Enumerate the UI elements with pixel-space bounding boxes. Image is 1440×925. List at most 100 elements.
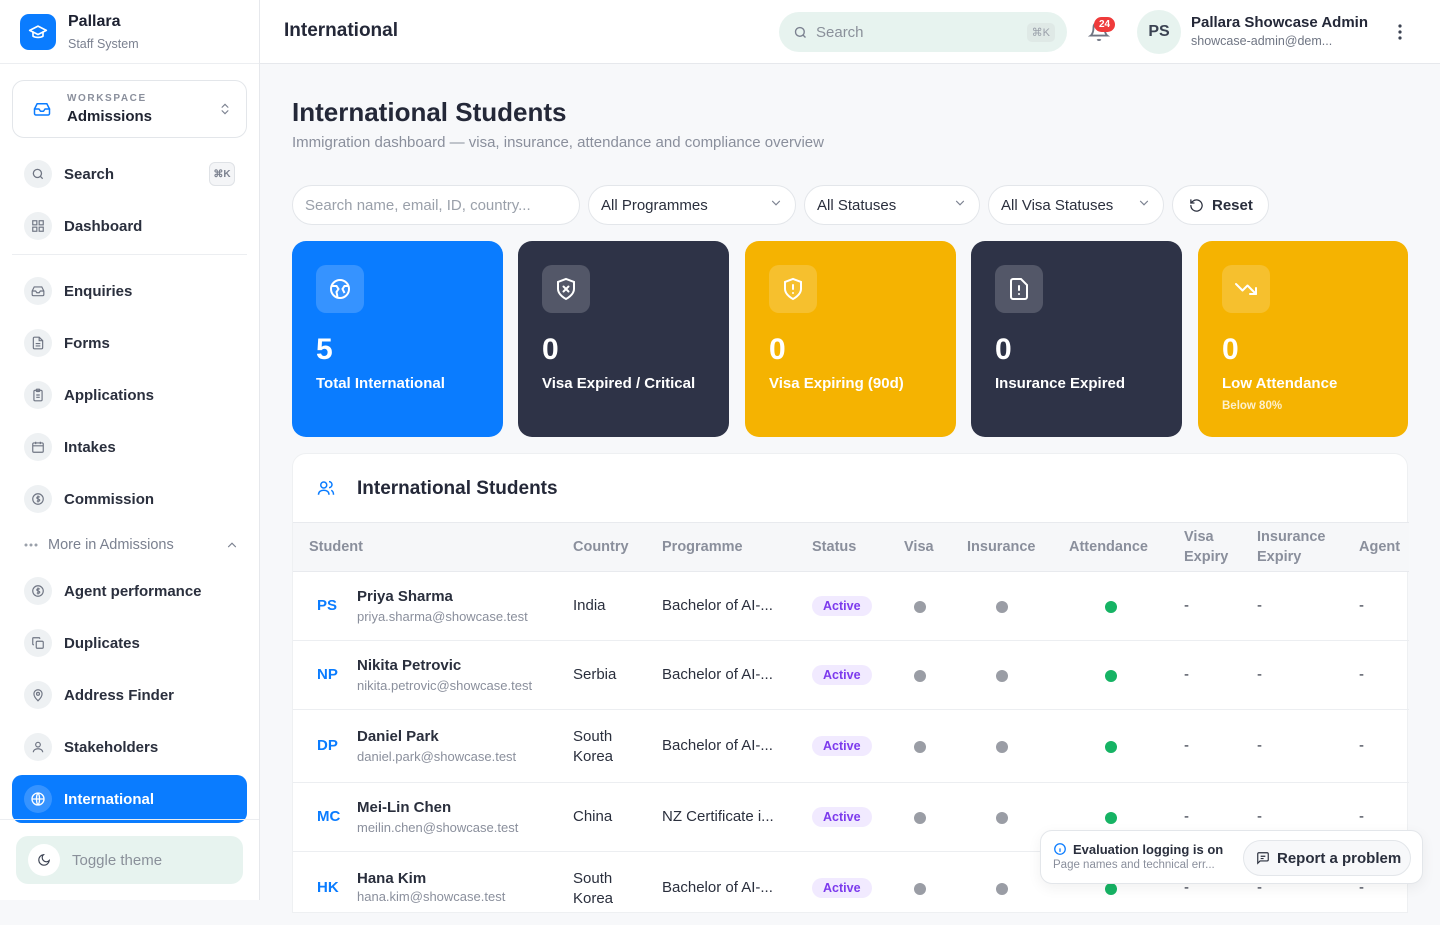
- student-email: daniel.park@showcase.test: [357, 749, 517, 764]
- status-select-value: All Statuses: [817, 196, 897, 214]
- programme-cell: Bachelor of AI-...: [662, 666, 773, 683]
- chevron-down-icon: [953, 196, 967, 214]
- stat-card-total-international[interactable]: 5 Total International: [292, 241, 503, 437]
- stat-card-visa-expired[interactable]: 0 Visa Expired / Critical: [518, 241, 729, 437]
- workspace-label: WORKSPACE: [67, 93, 147, 104]
- visa-status-select[interactable]: All Visa Statuses: [988, 185, 1164, 225]
- sidebar-item-label: Duplicates: [64, 634, 140, 652]
- notification-count-badge: 24: [1094, 17, 1116, 32]
- agent-cell: -: [1359, 737, 1364, 754]
- column-header[interactable]: Student: [309, 537, 363, 557]
- global-search-input[interactable]: Search ⌘K: [779, 12, 1067, 52]
- shield-alert-icon: [769, 265, 817, 313]
- attendance-status-dot: [1105, 670, 1117, 682]
- report-problem-label: Report a problem: [1277, 849, 1402, 867]
- search-placeholder: Search: [816, 23, 864, 41]
- sidebar-item-label: Stakeholders: [64, 738, 159, 756]
- search-placeholder: Search name, email, ID, country...: [305, 196, 531, 214]
- student-name[interactable]: Nikita Petrovic: [357, 657, 461, 674]
- student-name[interactable]: Priya Sharma: [357, 588, 453, 605]
- status-badge: Active: [812, 736, 872, 756]
- stat-card-insurance-expired[interactable]: 0 Insurance Expired: [971, 241, 1182, 437]
- column-header[interactable]: Country: [573, 537, 629, 557]
- stat-card-visa-expiring[interactable]: 0 Visa Expiring (90d): [745, 241, 956, 437]
- chevron-down-icon: [1137, 196, 1151, 214]
- table-row[interactable]: PS Priya Sharma priya.sharma@showcase.te…: [293, 572, 1409, 641]
- student-name[interactable]: Daniel Park: [357, 728, 439, 745]
- sidebar-item-applications[interactable]: Applications: [12, 373, 247, 417]
- sidebar-item-agent-performance[interactable]: Agent performance: [12, 569, 247, 613]
- visa-status-dot: [914, 670, 926, 682]
- insurance-expiry-cell: -: [1257, 666, 1262, 683]
- attendance-status-dot: [1105, 601, 1117, 613]
- column-header[interactable]: Insurance: [967, 537, 1036, 557]
- avatar[interactable]: PS: [1137, 10, 1181, 54]
- stat-label: Visa Expiring (90d): [769, 375, 904, 392]
- insurance-expiry-cell: -: [1257, 597, 1262, 614]
- toggle-theme-button[interactable]: Toggle theme: [16, 836, 243, 884]
- sidebar-item-commission[interactable]: Commission: [12, 477, 247, 521]
- agent-cell: -: [1359, 808, 1364, 825]
- rotate-ccw-icon: [1189, 198, 1204, 213]
- status-select[interactable]: All Statuses: [804, 185, 980, 225]
- sidebar-item-label: Commission: [64, 490, 155, 508]
- reset-button[interactable]: Reset: [1172, 185, 1269, 225]
- status-badge: Active: [812, 596, 872, 616]
- visa-expiry-cell: -: [1184, 737, 1189, 754]
- sidebar-item-stakeholders[interactable]: Stakeholders: [12, 725, 247, 769]
- table-title: International Students: [357, 478, 558, 499]
- stat-card-low-attendance[interactable]: 0 Low Attendance Below 80%: [1198, 241, 1408, 437]
- toast-title: Evaluation logging is on: [1073, 842, 1224, 857]
- ellipsis-icon: [24, 543, 38, 547]
- student-name[interactable]: Hana Kim: [357, 870, 426, 887]
- attendance-status-dot: [1105, 741, 1117, 753]
- more-in-admissions-toggle[interactable]: More in Admissions: [24, 533, 239, 557]
- column-header[interactable]: Status: [812, 537, 856, 557]
- column-header[interactable]: Visa: [904, 537, 934, 557]
- sidebar-item-duplicates[interactable]: Duplicates: [12, 621, 247, 665]
- visa-status-dot: [914, 601, 926, 613]
- more-label: More in Admissions: [48, 537, 174, 553]
- programme-cell: Bachelor of AI-...: [662, 737, 773, 754]
- message-square-icon: [1256, 851, 1270, 865]
- column-header[interactable]: Attendance: [1069, 537, 1148, 557]
- info-icon: [1053, 842, 1067, 856]
- sidebar-item-label: International: [64, 790, 155, 808]
- programme-select-value: All Programmes: [601, 196, 708, 214]
- table-row[interactable]: DP Daniel Park daniel.park@showcase.test…: [293, 710, 1409, 783]
- table-row[interactable]: NP Nikita Petrovic nikita.petrovic@showc…: [293, 641, 1409, 710]
- sidebar-item-enquiries[interactable]: Enquiries: [12, 269, 247, 313]
- programme-select[interactable]: All Programmes: [588, 185, 796, 225]
- dollar-circle-icon: [24, 577, 52, 605]
- file-alert-icon: [995, 265, 1043, 313]
- student-email: nikita.petrovic@showcase.test: [357, 678, 533, 693]
- student-email: hana.kim@showcase.test: [357, 889, 506, 904]
- student-name[interactable]: Mei-Lin Chen: [357, 799, 451, 816]
- sidebar-item-label: Dashboard: [64, 217, 143, 235]
- top-bar: International Search ⌘K 24 PS Pallara Sh…: [260, 0, 1440, 64]
- sidebar-item-address-finder[interactable]: Address Finder: [12, 673, 247, 717]
- notifications-button[interactable]: 24: [1088, 17, 1116, 44]
- sidebar-item-dashboard[interactable]: Dashboard: [12, 204, 247, 248]
- student-search-input[interactable]: Search name, email, ID, country...: [292, 185, 580, 225]
- column-header[interactable]: Programme: [662, 537, 743, 557]
- more-vertical-icon[interactable]: [1390, 22, 1410, 42]
- visa-expiry-cell: -: [1184, 808, 1189, 825]
- sidebar-item-label: Enquiries: [64, 282, 133, 300]
- column-header[interactable]: Visa Expiry: [1184, 527, 1244, 567]
- insurance-status-dot: [996, 601, 1008, 613]
- workspace-switcher[interactable]: WORKSPACE Admissions: [12, 80, 247, 138]
- sidebar-item-international[interactable]: International: [12, 775, 247, 823]
- student-initials: DP: [317, 737, 338, 754]
- sidebar-item-search[interactable]: Search ⌘K: [12, 152, 247, 196]
- sidebar-item-intakes[interactable]: Intakes: [12, 425, 247, 469]
- copy-icon: [24, 629, 52, 657]
- visa-status-dot: [914, 883, 926, 895]
- users-icon: [317, 479, 335, 497]
- sidebar-item-forms[interactable]: Forms: [12, 321, 247, 365]
- stat-value: 0: [542, 333, 559, 366]
- report-problem-button[interactable]: Report a problem: [1243, 840, 1411, 876]
- column-header[interactable]: Insurance Expiry: [1257, 527, 1337, 567]
- column-header[interactable]: Agent: [1359, 537, 1400, 557]
- sidebar-item-label: Address Finder: [64, 686, 175, 704]
